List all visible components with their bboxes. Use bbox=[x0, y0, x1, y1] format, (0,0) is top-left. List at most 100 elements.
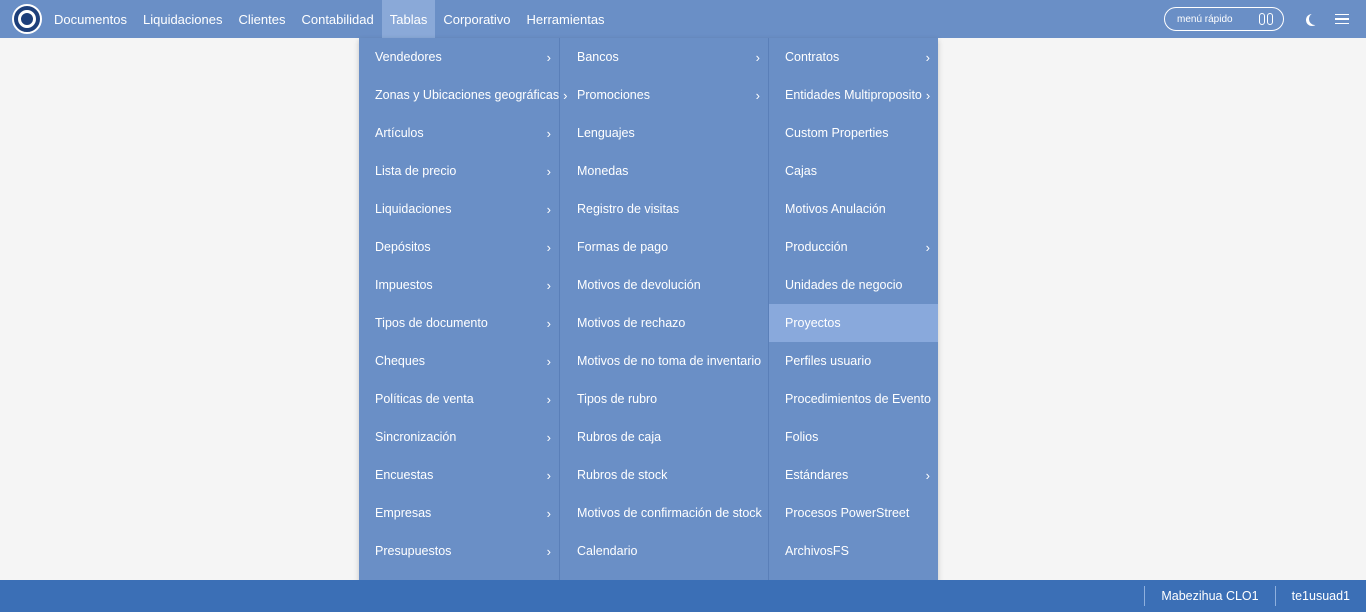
menu-item-label: Promociones bbox=[577, 88, 650, 102]
menu-item-label: Entidades Multiproposito bbox=[785, 88, 922, 102]
menu-item-motivos-de-no-toma-de-inventario[interactable]: Motivos de no toma de inventario bbox=[560, 342, 768, 380]
menu-item-calendario[interactable]: Calendario bbox=[560, 532, 768, 570]
menu-item-label: Estándares bbox=[785, 468, 849, 482]
menu-item-label: Procedimientos de Evento bbox=[785, 392, 931, 406]
chevron-right-icon: › bbox=[546, 125, 551, 141]
chevron-right-icon: › bbox=[546, 163, 551, 179]
nav-item-corporativo[interactable]: Corporativo bbox=[435, 0, 518, 38]
menu-item-label: Unidades de negocio bbox=[785, 278, 903, 292]
menu-item-entidades-multiproposito[interactable]: Entidades Multiproposito › bbox=[769, 76, 938, 114]
dropdown-column-3: Contratos › Entidades Multiproposito › Custo… bbox=[769, 38, 938, 608]
menu-item-cajas[interactable]: Cajas bbox=[769, 152, 938, 190]
menu-item-depositos[interactable]: Depósitos › bbox=[359, 228, 559, 266]
menu-item-empresas[interactable]: Empresas › bbox=[359, 494, 559, 532]
menu-item-perfiles-usuario[interactable]: Perfiles usuario bbox=[769, 342, 938, 380]
menu-item-motivos-de-devolucion[interactable]: Motivos de devolución bbox=[560, 266, 768, 304]
menu-item-politicas-de-venta[interactable]: Políticas de venta › bbox=[359, 380, 559, 418]
menu-item-registro-de-visitas[interactable]: Registro de visitas bbox=[560, 190, 768, 228]
menu-item-cheques[interactable]: Cheques › bbox=[359, 342, 559, 380]
nav-item-tablas[interactable]: Tablas bbox=[381, 0, 436, 38]
menu-item-sincronizacion[interactable]: Sincronización › bbox=[359, 418, 559, 456]
menu-item-liquidaciones[interactable]: Liquidaciones › bbox=[359, 190, 559, 228]
moon-icon bbox=[1309, 13, 1321, 25]
menu-item-label: Cajas bbox=[785, 164, 817, 178]
menu-item-presupuestos[interactable]: Presupuestos › bbox=[359, 532, 559, 570]
menu-item-label: Presupuestos bbox=[375, 544, 452, 558]
menu-item-label: Depósitos bbox=[375, 240, 431, 254]
chevron-right-icon: › bbox=[925, 49, 930, 65]
menu-item-promociones[interactable]: Promociones › bbox=[560, 76, 768, 114]
menu-item-estandares[interactable]: Estándares › bbox=[769, 456, 938, 494]
menu-item-motivos-de-confirmacion-de-stock[interactable]: Motivos de confirmación de stock bbox=[560, 494, 768, 532]
main-nav: Documentos Liquidaciones Clientes Contab… bbox=[46, 0, 613, 38]
menu-item-label: Bancos bbox=[577, 50, 619, 64]
nav-item-liquidaciones[interactable]: Liquidaciones bbox=[135, 0, 231, 38]
menu-item-label: Formas de pago bbox=[577, 240, 669, 254]
menu-item-tipos-de-documento[interactable]: Tipos de documento › bbox=[359, 304, 559, 342]
menu-item-label: Custom Properties bbox=[785, 126, 889, 140]
chevron-right-icon: › bbox=[546, 201, 551, 217]
menu-item-motivos-de-rechazo[interactable]: Motivos de rechazo bbox=[560, 304, 768, 342]
menu-item-procesos-powerstreet[interactable]: Procesos PowerStreet bbox=[769, 494, 938, 532]
menu-item-folios[interactable]: Folios bbox=[769, 418, 938, 456]
menu-item-rubros-de-caja[interactable]: Rubros de caja bbox=[560, 418, 768, 456]
chevron-right-icon: › bbox=[925, 87, 931, 103]
dropdown-column-1: Vendedores › Zonas y Ubicaciones geográfic… bbox=[359, 38, 567, 608]
menu-item-monedas[interactable]: Monedas bbox=[560, 152, 768, 190]
menu-item-vendedores[interactable]: Vendedores › bbox=[359, 38, 559, 76]
menu-item-label: Tipos de rubro bbox=[577, 392, 658, 406]
quick-menu-button[interactable]: menú rápido bbox=[1164, 7, 1284, 31]
menu-item-bancos[interactable]: Bancos › bbox=[560, 38, 768, 76]
nav-item-clientes[interactable]: Clientes bbox=[231, 0, 294, 38]
menu-item-impuestos[interactable]: Impuestos › bbox=[359, 266, 559, 304]
nav-item-herramientas[interactable]: Herramientas bbox=[519, 0, 613, 38]
theme-toggle-button[interactable] bbox=[1298, 5, 1326, 33]
chevron-right-icon: › bbox=[546, 353, 551, 369]
menu-item-label: Cheques bbox=[375, 354, 426, 368]
menu-item-motivos-anulacion[interactable]: Motivos Anulación bbox=[769, 190, 938, 228]
chevron-right-icon: › bbox=[546, 49, 551, 65]
app-logo[interactable] bbox=[12, 4, 42, 34]
nav-item-documentos[interactable]: Documentos bbox=[46, 0, 135, 38]
chevron-right-icon: › bbox=[546, 467, 551, 483]
menu-item-label: Procesos PowerStreet bbox=[785, 506, 910, 520]
menu-item-lenguajes[interactable]: Lenguajes bbox=[560, 114, 768, 152]
menu-item-label: Motivos de confirmación de stock bbox=[577, 506, 762, 520]
chevron-right-icon: › bbox=[925, 467, 930, 483]
menu-item-procedimientos-de-evento[interactable]: Procedimientos de Evento bbox=[769, 380, 938, 418]
menu-item-rubros-de-stock[interactable]: Rubros de stock bbox=[560, 456, 768, 494]
chevron-right-icon: › bbox=[546, 505, 551, 521]
menu-item-label: Lista de precio bbox=[375, 164, 457, 178]
menu-item-label: Perfiles usuario bbox=[785, 354, 872, 368]
chevron-right-icon: › bbox=[546, 277, 551, 293]
menu-item-label: Liquidaciones bbox=[375, 202, 452, 216]
tablas-dropdown-menu: Vendedores › Zonas y Ubicaciones geográfic… bbox=[359, 38, 938, 608]
menu-item-contratos[interactable]: Contratos › bbox=[769, 38, 938, 76]
menu-item-tipos-de-rubro[interactable]: Tipos de rubro bbox=[560, 380, 768, 418]
hamburger-menu-button[interactable] bbox=[1328, 5, 1356, 33]
menu-item-label: Producción bbox=[785, 240, 848, 254]
menu-item-label: Zonas y Ubicaciones geográficas bbox=[375, 88, 560, 102]
menu-item-formas-de-pago[interactable]: Formas de pago bbox=[560, 228, 768, 266]
menu-item-label: Lenguajes bbox=[577, 126, 635, 140]
status-footer: Mabezihua CLO1 te1usuad1 bbox=[0, 580, 1366, 612]
menu-item-label: Folios bbox=[785, 430, 819, 444]
hamburger-icon bbox=[1335, 13, 1349, 25]
menu-item-encuestas[interactable]: Encuestas › bbox=[359, 456, 559, 494]
menu-item-archivosfs[interactable]: ArchivosFS bbox=[769, 532, 938, 570]
footer-user[interactable]: te1usuad1 bbox=[1274, 586, 1366, 606]
menu-item-unidades-de-negocio[interactable]: Unidades de negocio bbox=[769, 266, 938, 304]
menu-item-zonas-y-ubicaciones-geograficas[interactable]: Zonas y Ubicaciones geográficas › bbox=[359, 76, 567, 114]
menu-item-custom-properties[interactable]: Custom Properties bbox=[769, 114, 938, 152]
menu-item-label: Proyectos bbox=[785, 316, 841, 330]
menu-item-articulos[interactable]: Artículos › bbox=[359, 114, 559, 152]
chevron-right-icon: › bbox=[546, 429, 551, 445]
menu-item-label: Empresas bbox=[375, 506, 432, 520]
menu-item-produccion[interactable]: Producción › bbox=[769, 228, 938, 266]
menu-item-proyectos[interactable]: Proyectos bbox=[769, 304, 938, 342]
footer-company[interactable]: Mabezihua CLO1 bbox=[1144, 586, 1274, 606]
chevron-right-icon: › bbox=[755, 49, 760, 65]
menu-item-lista-de-precio[interactable]: Lista de precio › bbox=[359, 152, 559, 190]
dropdown-column-2: Bancos › Promociones › Lenguajes Monedas Regis… bbox=[560, 38, 769, 608]
nav-item-contabilidad[interactable]: Contabilidad bbox=[293, 0, 381, 38]
